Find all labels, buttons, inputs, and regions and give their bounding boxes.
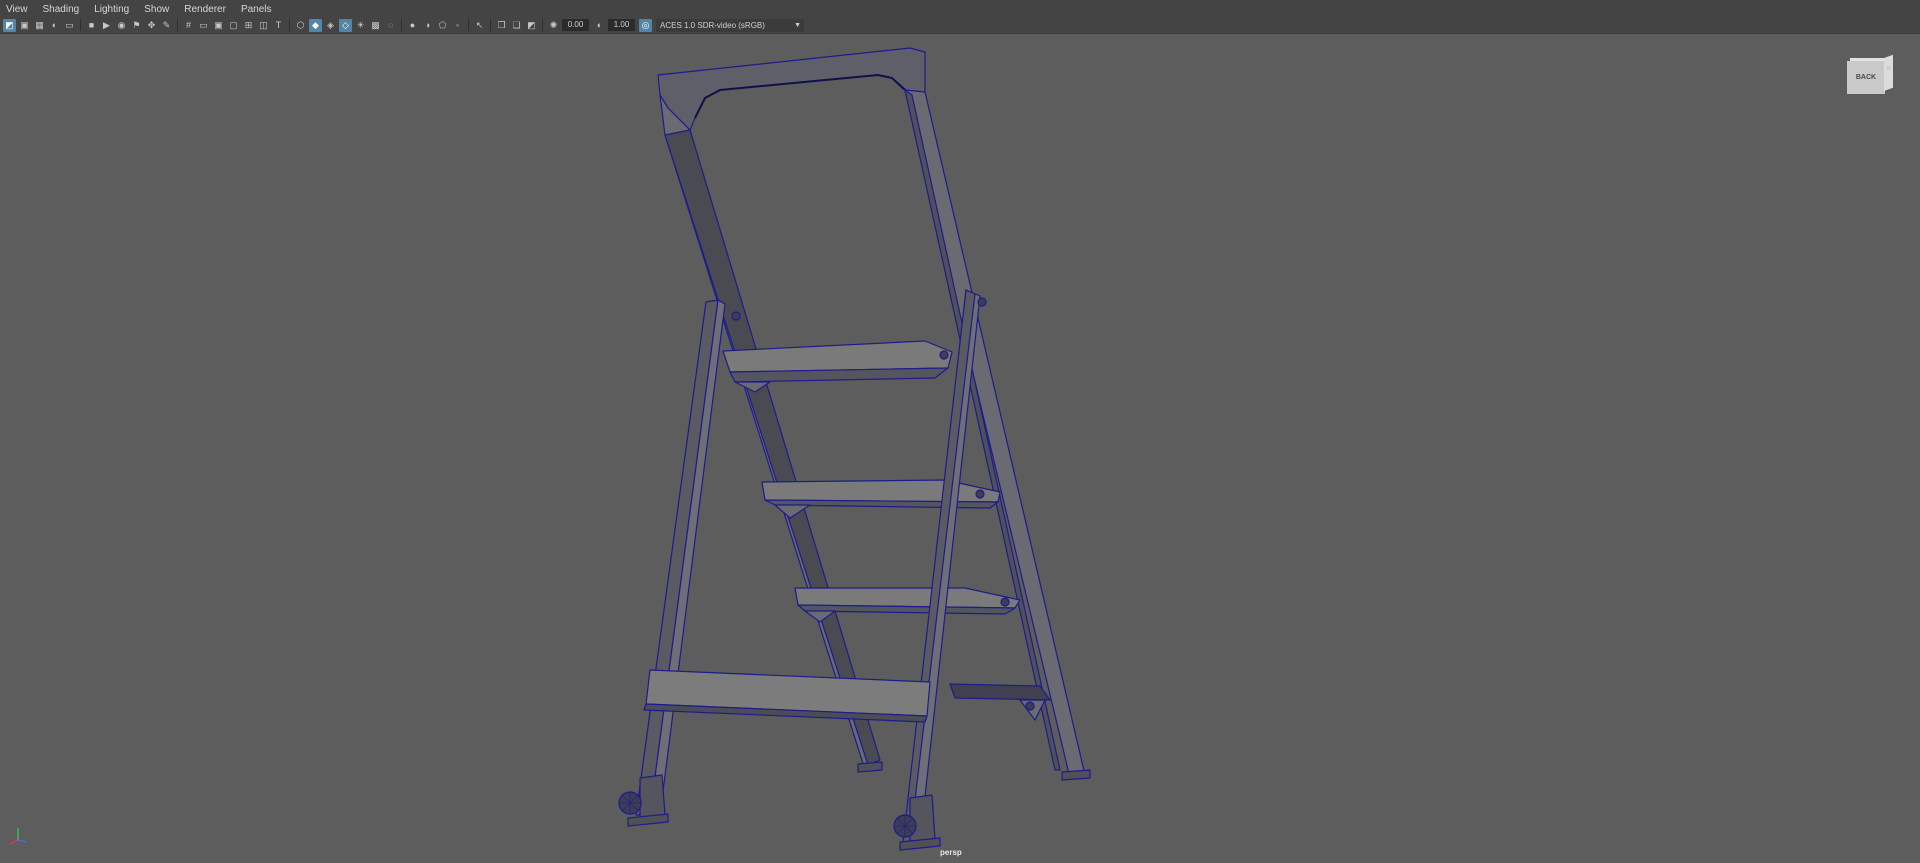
toolbar-separator — [177, 19, 178, 31]
view-cube[interactable]: BACK R — [1847, 54, 1893, 95]
anti-aliasing-icon[interactable]: ◑ — [421, 19, 434, 32]
camera-sequencer-icon[interactable]: ▶ — [100, 19, 113, 32]
menu-panels[interactable]: Panels — [241, 4, 272, 15]
color-management-icon[interactable]: ◎ — [639, 18, 652, 32]
panel-toolbar: ◩ ▣ ▦ ◐ ▭ ■ ▶ ◉ ⚑ ✥ ✎ # ▭ ▣ ▢ ⊞ ◫ T ⬡ ◆ … — [0, 17, 1920, 34]
grid-icon[interactable]: # — [182, 19, 195, 32]
film-camera-icon[interactable]: ■ — [85, 19, 98, 32]
gamma-field[interactable]: 1.00 — [608, 19, 635, 31]
select-camera-icon[interactable]: ◩ — [3, 18, 16, 32]
xray-active-icon[interactable]: ❐ — [495, 19, 508, 32]
exposure-icon[interactable]: ✺ — [547, 19, 560, 32]
menu-show[interactable]: Show — [144, 4, 169, 15]
color-space-label: ACES 1.0 SDR-video (sRGB) — [660, 20, 765, 30]
film-gate-icon[interactable]: ▭ — [197, 19, 210, 32]
xray-joints-icon[interactable]: ↖ — [473, 19, 486, 32]
panel-menu-bar: View Shading Lighting Show Renderer Pane… — [0, 0, 1920, 18]
motion-blur-icon[interactable]: ● — [406, 19, 419, 32]
menu-renderer[interactable]: Renderer — [184, 4, 226, 15]
depth-of-field-icon[interactable]: ⬠ — [436, 19, 449, 32]
smooth-shade-icon[interactable]: ◆ — [309, 18, 322, 32]
screen-space-ao-icon[interactable]: ◌ — [384, 19, 397, 32]
3d-viewport[interactable]: BACK R persp — [0, 34, 1920, 863]
bookmark-icon[interactable]: ◐ — [48, 19, 61, 32]
backface-culling-icon[interactable]: ❏ — [510, 19, 523, 32]
menu-view[interactable]: View — [6, 4, 28, 15]
isolate-select-icon[interactable]: ◦ — [451, 19, 464, 32]
axis-gizmo-icon — [9, 828, 27, 845]
hud-icon[interactable]: ◩ — [525, 19, 538, 32]
gate-mask-icon[interactable]: ▢ — [227, 19, 240, 32]
field-chart-icon[interactable]: ⊞ — [242, 19, 255, 32]
toolbar-separator — [289, 19, 290, 31]
view-cube-side-face[interactable]: R — [1884, 54, 1893, 91]
wireframe-on-shaded-icon[interactable]: ◈ — [324, 19, 337, 32]
camera-attributes-icon[interactable]: ▦ — [33, 19, 46, 32]
chevron-down-icon: ▼ — [794, 21, 801, 29]
image-plane-icon[interactable]: ▭ — [63, 19, 76, 32]
grease-pencil-icon[interactable]: ✎ — [160, 19, 173, 32]
maya-viewport-panel: View Shading Lighting Show Renderer Pane… — [0, 0, 1920, 863]
menu-shading[interactable]: Shading — [43, 4, 80, 15]
shadows-icon[interactable]: ▩ — [369, 19, 382, 32]
use-default-lighting-icon[interactable]: ☀ — [354, 19, 367, 32]
toolbar-separator — [468, 19, 469, 31]
xray-icon[interactable]: ◇ — [339, 18, 352, 32]
safe-title-icon[interactable]: T — [272, 19, 285, 32]
safe-action-icon[interactable]: ◫ — [257, 19, 270, 32]
view-cube-back-face[interactable]: BACK — [1847, 61, 1885, 94]
exposure-field[interactable]: 0.00 — [562, 19, 589, 31]
wireframe-icon[interactable]: ⬡ — [294, 19, 307, 32]
toolbar-separator — [490, 19, 491, 31]
visor-icon[interactable]: ◉ — [115, 19, 128, 32]
toolbar-separator — [401, 19, 402, 31]
toolbar-separator — [542, 19, 543, 31]
stepladder-wireframe-model — [618, 47, 1091, 851]
resolution-gate-icon[interactable]: ▣ — [212, 19, 225, 32]
menu-lighting[interactable]: Lighting — [94, 4, 129, 15]
2d-pan-zoom-icon[interactable]: ✥ — [145, 19, 158, 32]
camera-name-label: persp — [940, 848, 962, 857]
gamma-icon[interactable]: ◐ — [593, 19, 606, 32]
color-space-dropdown[interactable]: ACES 1.0 SDR-video (sRGB) ▼ — [656, 18, 804, 32]
bookmark-flag-icon[interactable]: ⚑ — [130, 19, 143, 32]
toolbar-separator — [80, 19, 81, 31]
lock-camera-icon[interactable]: ▣ — [18, 19, 31, 32]
